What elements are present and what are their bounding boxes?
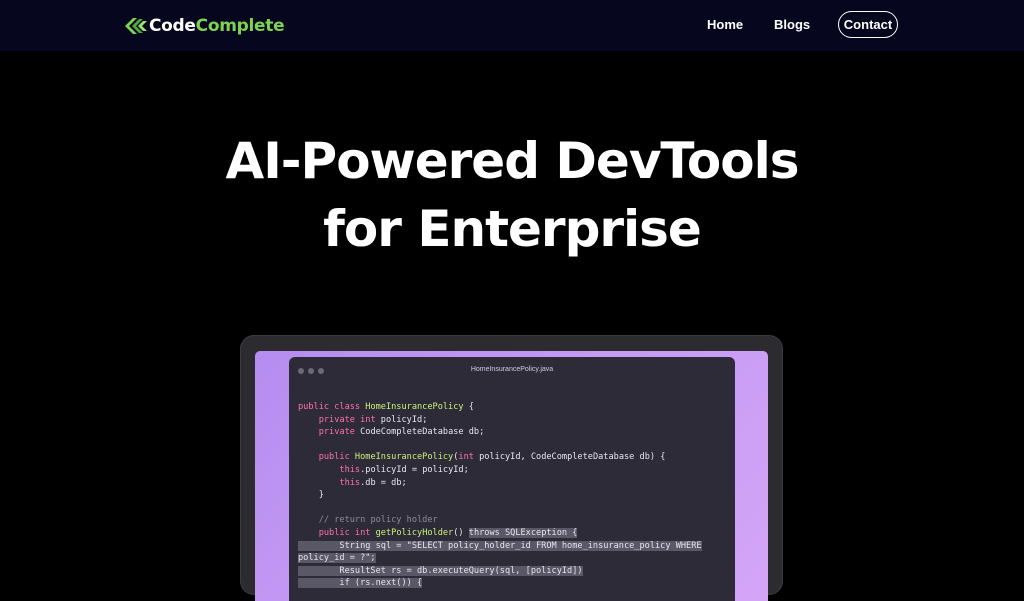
- code-token: public: [318, 452, 355, 463]
- code-token: // return policy holder: [318, 515, 438, 526]
- code-token: .policyId = policyId;: [360, 464, 469, 475]
- code-line: }: [298, 489, 735, 502]
- code-token: public int: [318, 527, 376, 538]
- code-token: if (rs.next()) {: [298, 578, 423, 589]
- code-token: policyId, CodeCompleteDatabase db) {: [479, 452, 666, 463]
- logo-part2: Complete: [195, 16, 285, 36]
- code-block: public class HomeInsurancePolicy { priva…: [298, 401, 735, 590]
- laptop-mockup: HomeInsurancePolicy.java public class Ho…: [240, 335, 783, 601]
- code-token: }: [298, 490, 324, 501]
- laptop-screen: HomeInsurancePolicy.java public class Ho…: [255, 351, 768, 601]
- hero-title: AI-Powered DevTools for Enterprise: [0, 127, 1024, 263]
- code-token: .db = db;: [360, 477, 407, 488]
- code-token: private: [318, 427, 361, 438]
- code-token: policyId;: [380, 414, 428, 425]
- code-token: HomeInsurancePolicy: [354, 452, 454, 463]
- contact-button[interactable]: Contact: [838, 11, 898, 38]
- code-token: this: [339, 477, 361, 488]
- code-line: this.policyId = policyId;: [298, 464, 735, 477]
- code-token: public class: [298, 402, 366, 412]
- logo-part1: Code: [149, 16, 196, 36]
- code-token: policy_id = ?";: [298, 553, 376, 564]
- codecomplete-logo[interactable]: CodeComplete: [125, 14, 285, 38]
- top-navbar: CodeComplete Home Blogs Contact: [0, 0, 1024, 51]
- hero-title-line1: AI-Powered DevTools: [225, 132, 800, 190]
- code-token: ResultSet rs = db.executeQuery(sql, [pol…: [298, 565, 583, 576]
- code-token: this: [339, 464, 361, 475]
- code-token: int: [458, 452, 480, 463]
- code-token: getPolicyHolder: [375, 527, 454, 538]
- code-line: this.db = db;: [298, 477, 735, 490]
- code-line: String sql = "SELECT policy_holder_id FR…: [298, 540, 735, 553]
- codecomplete-logo-icon: [125, 18, 147, 34]
- editor-filename: HomeInsurancePolicy.java: [470, 366, 554, 373]
- code-editor-window: HomeInsurancePolicy.java public class Ho…: [289, 357, 735, 601]
- hero-title-line2: for Enterprise: [323, 200, 702, 258]
- code-token: throws SQLException {: [468, 527, 578, 538]
- code-line: if (rs.next()) {: [298, 577, 735, 590]
- code-line: public HomeInsurancePolicy(int policyId,…: [298, 451, 735, 464]
- code-token: CodeCompleteDatabase db;: [360, 427, 485, 438]
- code-token: {: [463, 402, 474, 412]
- code-token: HomeInsurancePolicy: [365, 402, 464, 412]
- code-line: policy_id = ?";: [298, 552, 735, 565]
- code-line: // return policy holder: [298, 514, 735, 527]
- logo-wordmark: CodeComplete: [149, 16, 285, 36]
- editor-title-bar: HomeInsurancePolicy.java: [289, 357, 735, 383]
- code-token: private int: [318, 414, 381, 425]
- code-line: public int getPolicyHolder() throws SQLE…: [298, 527, 735, 540]
- code-token: String sql = "SELECT policy_holder_id FR…: [298, 540, 702, 551]
- nav-link-blogs[interactable]: Blogs: [774, 17, 810, 32]
- code-token: (): [453, 527, 469, 538]
- nav-link-home[interactable]: Home: [707, 17, 743, 32]
- code-line: public class HomeInsurancePolicy {: [298, 401, 735, 414]
- code-line: private CodeCompleteDatabase db;: [298, 426, 735, 439]
- code-line: private int policyId;: [298, 414, 735, 427]
- code-line: ResultSet rs = db.executeQuery(sql, [pol…: [298, 565, 735, 578]
